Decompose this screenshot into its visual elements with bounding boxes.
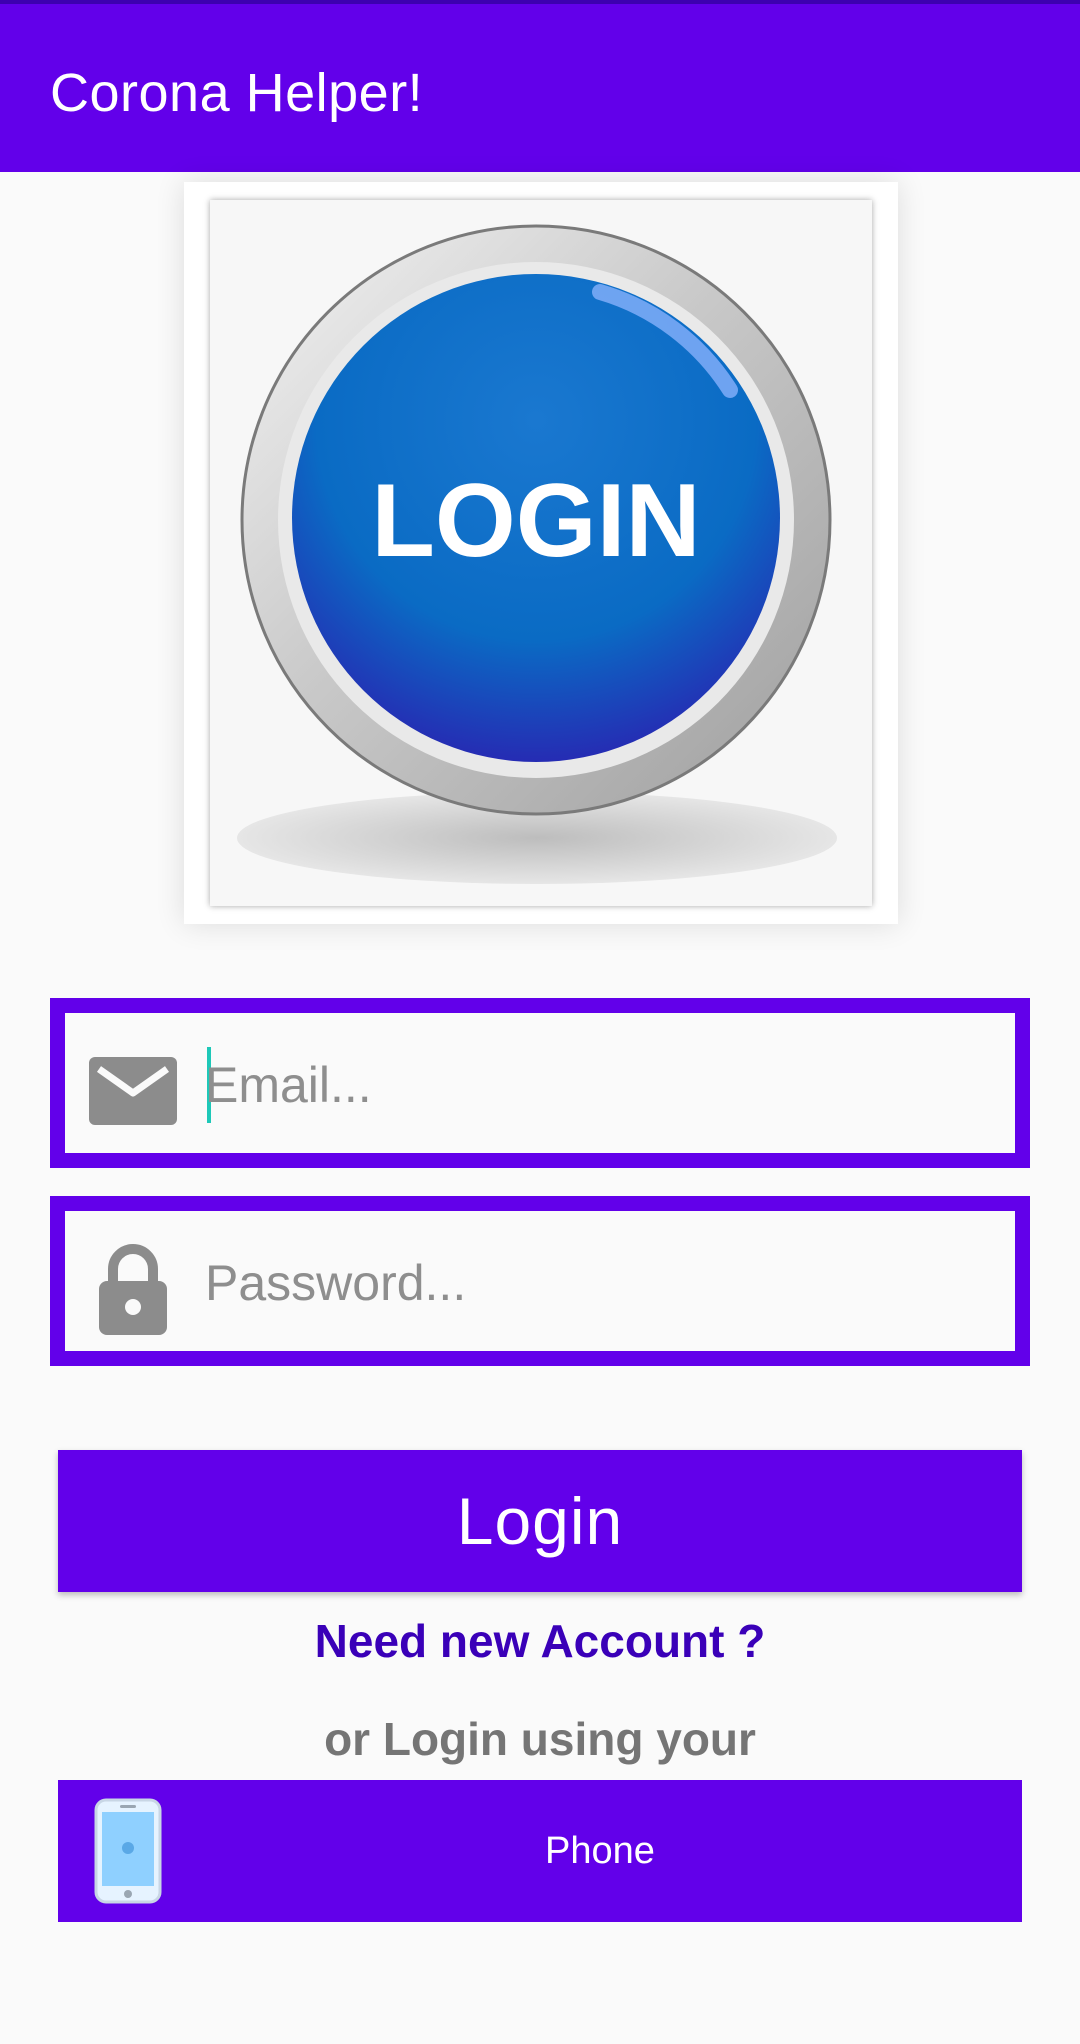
password-field[interactable] [50,1196,1030,1366]
login-hero-inner: LOGIN [210,200,872,906]
email-input[interactable] [205,1047,985,1123]
email-field[interactable] [50,998,1030,1168]
or-login-label: or Login using your [324,1713,756,1765]
phone-login-label: Phone [545,1830,655,1872]
need-new-account-link[interactable]: Need new Account ? [0,1606,1080,1676]
phone-login-button[interactable]: Phone [58,1780,1022,1922]
app-title: Corona Helper! [50,63,424,123]
lock-icon [85,1241,181,1337]
badge-text: LOGIN [371,463,700,579]
mail-icon [85,1043,181,1139]
app-bar: Corona Helper! [0,0,1080,172]
login-hero-image: LOGIN [184,182,898,924]
password-input[interactable] [205,1245,985,1321]
login-button[interactable]: Login [58,1450,1022,1592]
login-badge-graphic: LOGIN [237,224,837,884]
